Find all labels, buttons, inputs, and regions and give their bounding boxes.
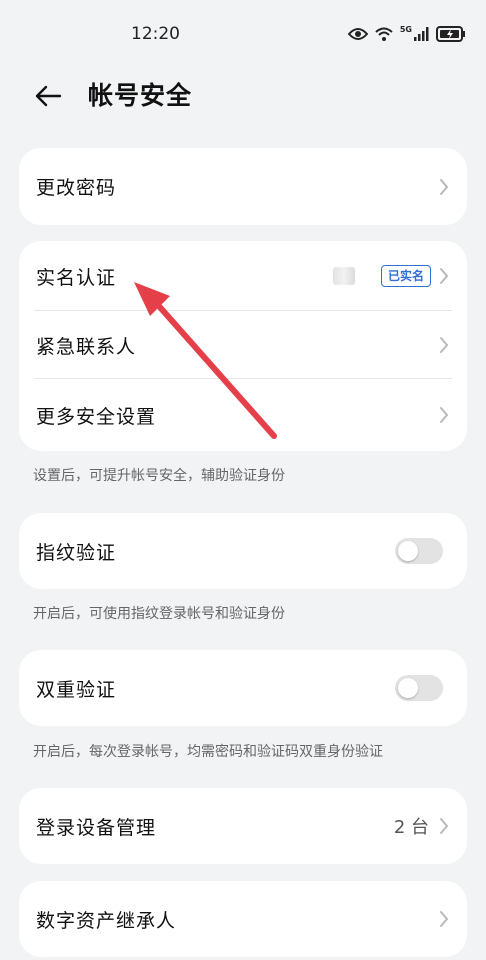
chevron-right-icon xyxy=(440,337,449,353)
signal-icon xyxy=(414,27,429,41)
device-count: 2 台 xyxy=(393,817,429,838)
chevron-right-icon xyxy=(440,911,449,927)
fingerprint-label: 指纹验证 xyxy=(36,541,117,564)
chevron-right-icon xyxy=(440,268,449,284)
wifi-icon xyxy=(375,27,393,41)
network-type: 5G xyxy=(399,24,412,34)
real-name-label: 实名认证 xyxy=(36,266,117,289)
two-factor-card: 双重验证 xyxy=(19,650,467,726)
status-time: 12:20 xyxy=(131,24,180,44)
inheritor-row[interactable]: 数字资产继承人 xyxy=(19,881,467,957)
more-security-settings-row[interactable]: 更多安全设置 xyxy=(19,379,467,451)
inheritor-card: 数字资产继承人 xyxy=(19,881,467,957)
back-button[interactable] xyxy=(30,78,66,114)
page-title: 帐号安全 xyxy=(88,81,193,110)
status-icons: 5G xyxy=(347,24,466,42)
fingerprint-toggle[interactable] xyxy=(395,538,443,564)
inheritor-label: 数字资产继承人 xyxy=(36,909,177,932)
chevron-right-icon xyxy=(440,178,449,195)
fingerprint-card: 指纹验证 xyxy=(19,513,467,589)
battery-icon xyxy=(436,26,465,42)
verified-badge: 已实名 xyxy=(380,265,431,287)
device-management-row[interactable]: 登录设备管理 2 台 xyxy=(19,788,467,864)
device-management-label: 登录设备管理 xyxy=(36,816,157,839)
change-password-label: 更改密码 xyxy=(36,177,117,199)
two-factor-hint: 开启后，每次登录帐号，均需密码和验证码双重身份验证 xyxy=(33,744,383,760)
emergency-contact-row[interactable]: 紧急联系人 xyxy=(19,311,467,379)
two-factor-row: 双重验证 xyxy=(19,650,467,726)
chevron-right-icon xyxy=(440,407,449,423)
masked-name xyxy=(333,267,355,285)
fingerprint-hint: 开启后，可使用指纹登录帐号和验证身份 xyxy=(33,606,285,622)
more-security-settings-label: 更多安全设置 xyxy=(36,405,157,428)
security-hint: 设置后，可提升帐号安全，辅助验证身份 xyxy=(33,468,285,484)
eye-icon xyxy=(347,28,368,40)
change-password-card: 更改密码 xyxy=(19,148,467,225)
status-bar: 12:20 5G xyxy=(0,0,486,72)
chevron-right-icon xyxy=(440,818,449,834)
devices-card: 登录设备管理 2 台 xyxy=(19,788,467,864)
two-factor-label: 双重验证 xyxy=(36,678,117,701)
change-password-row[interactable]: 更改密码 xyxy=(19,148,467,225)
toggle-knob xyxy=(398,678,418,698)
emergency-contact-label: 紧急联系人 xyxy=(36,335,137,358)
security-group-card: 实名认证 已实名 紧急联系人 更多安全设置 xyxy=(19,241,467,451)
real-name-row[interactable]: 实名认证 已实名 xyxy=(19,241,467,311)
arrow-left-icon xyxy=(35,85,62,107)
two-factor-toggle[interactable] xyxy=(395,675,443,701)
page-header: 帐号安全 xyxy=(0,72,486,122)
toggle-knob xyxy=(398,541,418,561)
fingerprint-row: 指纹验证 xyxy=(19,513,467,589)
